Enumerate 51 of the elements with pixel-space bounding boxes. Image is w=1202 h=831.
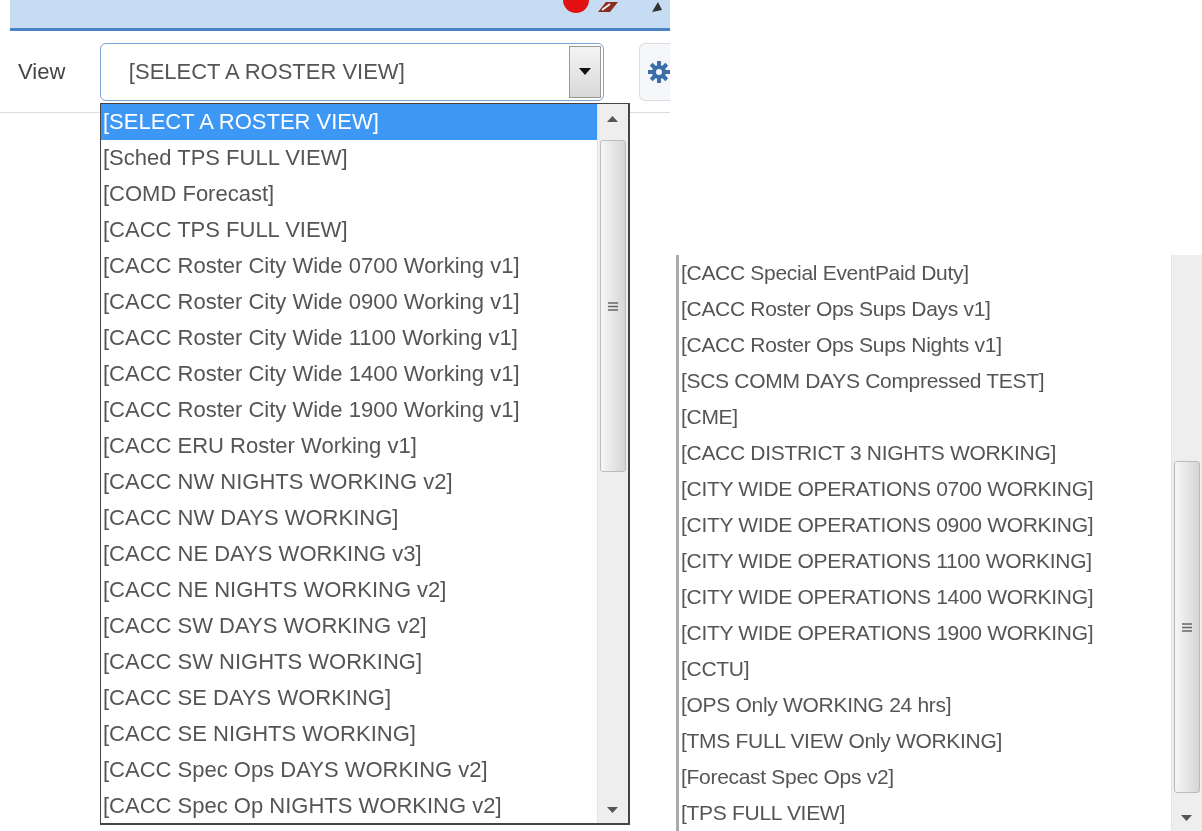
dropdown-option[interactable]: [CACC Roster City Wide 0900 Working v1] [101, 284, 597, 320]
dropdown-option[interactable]: [CACC DISTRICT 3 NIGHTS WORKING] [679, 435, 1171, 471]
dropdown-option[interactable]: [COMD Forecast] [101, 176, 597, 212]
scroll-down-icon[interactable] [607, 807, 618, 813]
dropdown-option[interactable]: [CACC Spec Ops DAYS WORKING v2] [101, 752, 597, 788]
dropdown-option[interactable]: [CACC NE DAYS WORKING v3] [101, 536, 597, 572]
dropdown-option[interactable]: [CME] [679, 399, 1171, 435]
dropdown-option[interactable]: [CACC Roster City Wide 0700 Working v1] [101, 248, 597, 284]
brush-icon[interactable] [596, 0, 620, 14]
dropdown-option[interactable]: [Sched TPS FULL VIEW] [101, 140, 597, 176]
dropdown-option[interactable]: [Forecast Spec Ops v2] [679, 759, 1171, 795]
dropdown-option[interactable]: [CITY WIDE OPERATIONS 1900 WORKING] [679, 615, 1171, 651]
dropdown-option[interactable]: [OPS Only WORKING 24 hrs] [679, 687, 1171, 723]
dropdown-option[interactable]: [CACC NW DAYS WORKING] [101, 500, 597, 536]
scroll-down-icon[interactable] [1181, 815, 1192, 821]
dropdown-option[interactable]: [TPS FULL VIEW] [679, 795, 1171, 831]
dropdown-option[interactable]: [CITY WIDE OPERATIONS 0900 WORKING] [679, 507, 1171, 543]
dropdown-option[interactable]: [CACC Roster City Wide 1900 Working v1] [101, 392, 597, 428]
dropdown-option[interactable]: [CITY WIDE OPERATIONS 0700 WORKING] [679, 471, 1171, 507]
dropdown-option[interactable]: [CACC SE DAYS WORKING] [101, 680, 597, 716]
grip-icon [1182, 622, 1192, 632]
dropdown-option[interactable]: [CITY WIDE OPERATIONS 1100 WORKING] [679, 543, 1171, 579]
dropdown-option[interactable]: [CACC Roster City Wide 1400 Working v1] [101, 356, 597, 392]
roster-view-select[interactable]: [SELECT A ROSTER VIEW] [99, 42, 605, 101]
dropdown-option[interactable]: [CACC Roster City Wide 1100 Working v1] [101, 320, 597, 356]
dropdown-option[interactable]: [CACC Spec Op NIGHTS WORKING v2] [101, 788, 597, 823]
settings-button[interactable] [639, 42, 670, 101]
scroll-thumb[interactable] [1174, 461, 1200, 793]
dropdown-option[interactable]: [CACC SE NIGHTS WORKING] [101, 716, 597, 752]
dropdown-option[interactable]: [CACC Roster Ops Sups Days v1] [679, 291, 1171, 327]
grip-icon [608, 301, 618, 311]
dropdown-option[interactable]: [CACC NE NIGHTS WORKING v2] [101, 572, 597, 608]
dropdown-option[interactable]: [CACC NW NIGHTS WORKING v2] [101, 464, 597, 500]
dropdown-option[interactable]: [CACC ERU Roster Working v1] [101, 428, 597, 464]
dropdown-option[interactable]: [CCTU] [679, 651, 1171, 687]
scroll-thumb[interactable] [600, 140, 626, 472]
dropdown-option[interactable]: [CACC Roster Ops Sups Nights v1] [679, 327, 1171, 363]
scrollbar[interactable] [597, 104, 628, 823]
caret-icon [579, 68, 592, 75]
toolbar-icon[interactable] [650, 0, 664, 14]
dropdown-option[interactable]: [CACC SW DAYS WORKING v2] [101, 608, 597, 644]
scrollbar[interactable] [1171, 255, 1202, 831]
scroll-up-icon[interactable] [607, 116, 618, 122]
dropdown-option[interactable]: [SCS COMM DAYS Compressed TEST] [679, 363, 1171, 399]
dropdown-option[interactable]: [CACC SW NIGHTS WORKING] [101, 644, 597, 680]
dropdown-option[interactable]: [CACC Special EventPaid Duty] [679, 255, 1171, 291]
dropdown-option[interactable]: [CACC TPS FULL VIEW] [101, 212, 597, 248]
dropdown-option[interactable]: [CITY WIDE OPERATIONS 1400 WORKING] [679, 579, 1171, 615]
settings-icon [648, 60, 670, 83]
dropdown-option[interactable]: [TMS FULL VIEW Only WORKING] [679, 723, 1171, 759]
view-label: View [18, 58, 67, 85]
